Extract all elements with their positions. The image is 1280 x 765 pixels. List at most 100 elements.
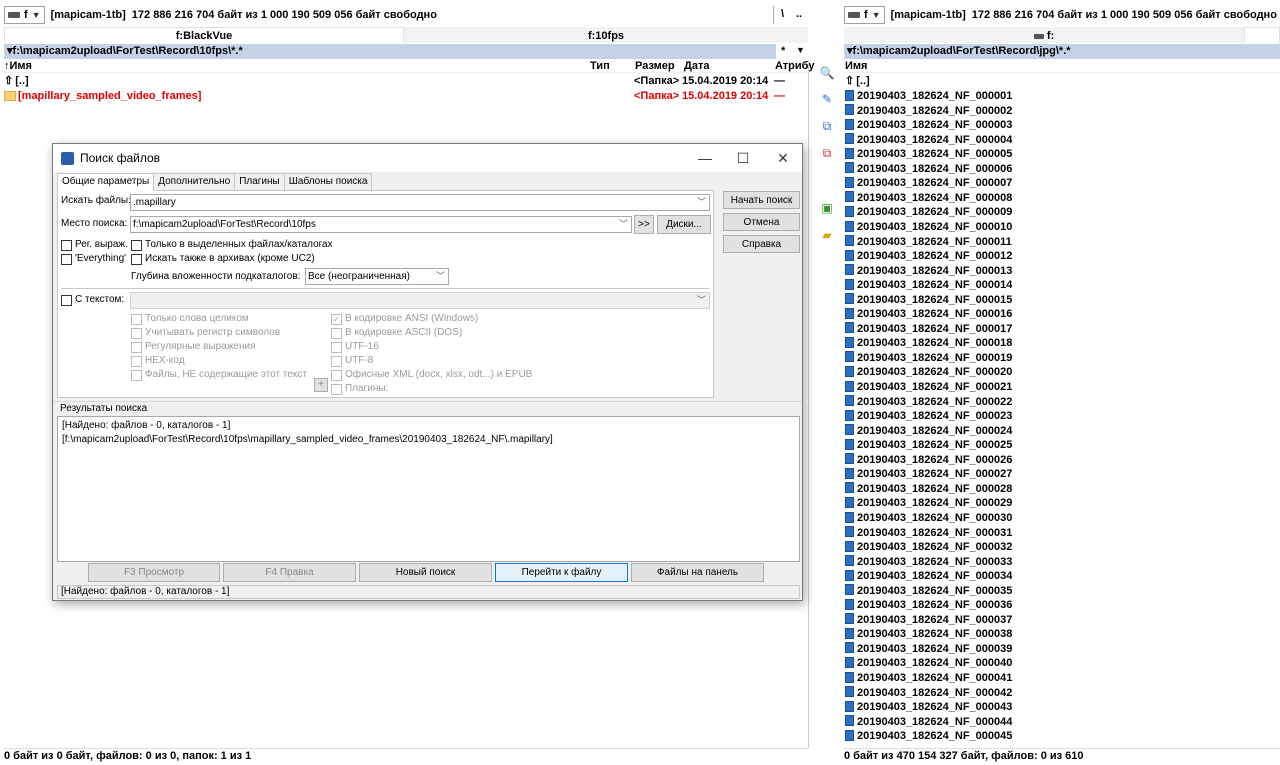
list-item[interactable]: 20190403_182624_NF_000019 (845, 351, 1012, 366)
encoding-option-checkbox[interactable] (331, 384, 342, 395)
list-item[interactable]: [mapillary_sampled_video_frames] <Папка>… (4, 89, 808, 104)
col-date[interactable]: Дата (684, 60, 709, 73)
edit-icon[interactable]: ✎ (819, 92, 835, 108)
list-item[interactable]: 20190403_182624_NF_000033 (845, 555, 1012, 570)
more-button[interactable]: >> (634, 215, 654, 234)
list-item[interactable]: 20190403_182624_NF_000013 (845, 264, 1012, 279)
list-item[interactable]: 20190403_182624_NF_000010 (845, 220, 1012, 235)
list-item[interactable]: 20190403_182624_NF_000044 (845, 715, 1012, 730)
list-item[interactable]: 20190403_182624_NF_000012 (845, 249, 1012, 264)
panel-splitter[interactable] (808, 60, 809, 748)
text-option-checkbox[interactable] (131, 356, 142, 367)
list-item[interactable]: 20190403_182624_NF_000043 (845, 700, 1012, 715)
list-item[interactable]: 20190403_182624_NF_000035 (845, 584, 1012, 599)
location-input[interactable]: f:\mapicam2upload\ForTest\Record\10fps ﹀ (130, 216, 632, 233)
go-to-file-button[interactable]: Перейти к файлу (495, 563, 628, 582)
col-name[interactable]: Имя (845, 60, 867, 73)
nav-root-button[interactable]: \ (781, 8, 784, 20)
with-text-checkbox[interactable] (61, 295, 72, 306)
col-name[interactable]: ↑Имя (4, 60, 32, 73)
list-item[interactable]: 20190403_182624_NF_000026 (845, 453, 1012, 468)
encoding-option-checkbox[interactable]: ✓ (331, 314, 342, 325)
list-item[interactable]: 20190403_182624_NF_000032 (845, 540, 1012, 555)
col-type[interactable]: Тип (590, 60, 610, 73)
regex-checkbox[interactable] (61, 240, 72, 251)
result-item[interactable]: [f:\mapicam2upload\ForTest\Record\10fps\… (62, 433, 795, 447)
list-item[interactable]: 20190403_182624_NF_000002 (845, 104, 1012, 119)
only-selected-checkbox[interactable] (131, 240, 142, 251)
list-item[interactable]: 20190403_182624_NF_000022 (845, 395, 1012, 410)
tab-templates[interactable]: Шаблоны поиска (283, 173, 373, 190)
list-item[interactable]: 20190403_182624_NF_000025 (845, 438, 1012, 453)
everything-checkbox[interactable] (61, 254, 72, 265)
list-item[interactable]: 20190403_182624_NF_000038 (845, 627, 1012, 642)
view-button[interactable]: F3 Просмотр (88, 563, 220, 582)
new-search-button[interactable]: Новый поиск (359, 563, 492, 582)
disks-button[interactable]: Диски... (657, 215, 711, 234)
right-drive-selector[interactable]: f ▼ (844, 6, 885, 24)
list-item[interactable]: 20190403_182624_NF_000031 (845, 526, 1012, 541)
start-search-button[interactable]: Начать поиск (723, 191, 800, 209)
pack-icon[interactable]: ▣ (819, 201, 835, 217)
list-item[interactable]: ⇧ [..] (845, 74, 870, 89)
archives-checkbox[interactable] (131, 254, 142, 265)
tab-10fps[interactable]: f:10fps (404, 27, 808, 43)
history-dropdown-icon[interactable]: ▼ (796, 45, 805, 55)
search-icon[interactable]: 🔍 (819, 66, 835, 82)
list-item[interactable]: ⇧ [..] <Папка> 15.04.2019 20:14 — (4, 74, 808, 89)
tab-blackvue[interactable]: f:BlackVue (4, 27, 404, 43)
list-item[interactable]: 20190403_182624_NF_000045 (845, 729, 1012, 744)
left-path-bar[interactable]: ▾f:\mapicam2upload\ForTest\Record\10fps\… (4, 44, 776, 59)
add-plugin-button[interactable]: + (314, 378, 328, 392)
encoding-option-checkbox[interactable] (331, 356, 342, 367)
list-item[interactable]: 20190403_182624_NF_000021 (845, 380, 1012, 395)
depth-select[interactable]: Все (неограниченная) ﹀ (305, 268, 449, 285)
list-item[interactable]: 20190403_182624_NF_000007 (845, 176, 1012, 191)
tab-plugins[interactable]: Плагины (234, 173, 285, 190)
list-item[interactable]: 20190403_182624_NF_000028 (845, 482, 1012, 497)
list-item[interactable]: 20190403_182624_NF_000011 (845, 235, 1012, 250)
help-button[interactable]: Справка (723, 235, 800, 253)
list-item[interactable]: 20190403_182624_NF_000040 (845, 656, 1012, 671)
cancel-button[interactable]: Отмена (723, 213, 800, 231)
list-item[interactable]: 20190403_182624_NF_000042 (845, 686, 1012, 701)
list-item[interactable]: 20190403_182624_NF_000039 (845, 642, 1012, 657)
text-option-checkbox[interactable] (131, 342, 142, 353)
feed-to-panel-button[interactable]: Файлы на панель (631, 563, 764, 582)
list-item[interactable]: 20190403_182624_NF_000017 (845, 322, 1012, 337)
compare-icon[interactable]: ⧉ (819, 146, 835, 162)
tab-advanced[interactable]: Дополнительно (153, 173, 236, 190)
list-item[interactable]: 20190403_182624_NF_000003 (845, 118, 1012, 133)
text-input[interactable]: ﹀ (130, 292, 710, 309)
list-item[interactable]: 20190403_182624_NF_000005 (845, 147, 1012, 162)
list-item[interactable]: 20190403_182624_NF_000041 (845, 671, 1012, 686)
encoding-option-checkbox[interactable] (331, 342, 342, 353)
col-size[interactable]: Размер (635, 60, 675, 73)
tab-blank[interactable] (1244, 27, 1280, 43)
list-item[interactable]: 20190403_182624_NF_000006 (845, 162, 1012, 177)
text-option-checkbox[interactable] (131, 370, 142, 381)
list-item[interactable]: 20190403_182624_NF_000014 (845, 278, 1012, 293)
path-filter-button[interactable]: * (781, 45, 785, 57)
list-item[interactable]: 20190403_182624_NF_000008 (845, 191, 1012, 206)
tab-f[interactable]: f: (844, 27, 1244, 43)
results-list[interactable]: [Найдено: файлов - 0, каталогов - 1] [f:… (57, 416, 800, 562)
encoding-option-checkbox[interactable] (331, 328, 342, 339)
minimize-button[interactable]: — (685, 144, 725, 172)
list-item[interactable]: 20190403_182624_NF_000024 (845, 424, 1012, 439)
right-path-bar[interactable]: ▾f:\mapicam2upload\ForTest\Record\jpg\*.… (844, 44, 1280, 59)
encoding-option-checkbox[interactable] (331, 370, 342, 381)
copy-icon[interactable]: ⧉ (819, 119, 835, 135)
list-item[interactable]: 20190403_182624_NF_000036 (845, 598, 1012, 613)
list-item[interactable]: 20190403_182624_NF_000027 (845, 467, 1012, 482)
list-item[interactable]: 20190403_182624_NF_000023 (845, 409, 1012, 424)
text-option-checkbox[interactable] (131, 314, 142, 325)
list-item[interactable]: 20190403_182624_NF_000018 (845, 336, 1012, 351)
list-item[interactable]: 20190403_182624_NF_000001 (845, 89, 1012, 104)
close-button[interactable]: ✕ (763, 144, 803, 172)
list-item[interactable]: 20190403_182624_NF_000037 (845, 613, 1012, 628)
text-option-checkbox[interactable] (131, 328, 142, 339)
list-item[interactable]: 20190403_182624_NF_000015 (845, 293, 1012, 308)
left-drive-selector[interactable]: f ▼ (4, 6, 45, 24)
new-folder-icon[interactable]: ▰ (819, 228, 835, 244)
